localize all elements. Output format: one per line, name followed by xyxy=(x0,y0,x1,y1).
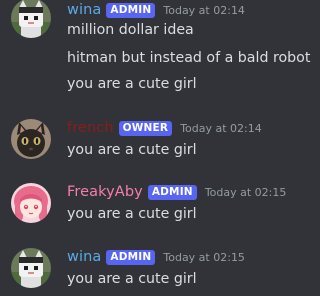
user-avatar[interactable] xyxy=(11,183,51,223)
timestamp[interactable]: Today at 02:15 xyxy=(163,251,245,264)
author-name[interactable]: FreakyAby xyxy=(67,184,143,200)
pink-hair-girl-avatar-icon xyxy=(11,183,51,223)
timestamp[interactable]: Today at 02:14 xyxy=(180,122,262,135)
message-text: you are a cute girl xyxy=(67,76,197,92)
author-name[interactable]: wina xyxy=(67,249,101,265)
timestamp[interactable]: Today at 02:14 xyxy=(163,4,245,17)
cat-girl-avatar-icon xyxy=(11,248,51,288)
author-name[interactable]: wina xyxy=(67,2,101,18)
cat-girl-avatar-icon xyxy=(11,0,51,38)
role-badge[interactable]: OWNER xyxy=(118,120,173,136)
author-name[interactable]: french xyxy=(67,120,114,136)
message-text: you are a cute girl xyxy=(67,142,197,158)
message-text: hitman but instead of a bald robot xyxy=(67,50,311,66)
user-avatar[interactable] xyxy=(11,119,51,159)
message-text: you are a cute girl xyxy=(67,271,197,287)
message-header: wina ADMIN Today at 02:15 xyxy=(67,248,245,266)
role-badge[interactable]: ADMIN xyxy=(106,2,156,18)
timestamp[interactable]: Today at 02:15 xyxy=(205,186,287,199)
user-avatar[interactable] xyxy=(11,248,51,288)
role-badge[interactable]: ADMIN xyxy=(147,184,197,200)
role-badge[interactable]: ADMIN xyxy=(106,249,156,265)
message-header: wina ADMIN Today at 02:14 xyxy=(67,1,245,19)
message-header: FreakyAby ADMIN Today at 02:15 xyxy=(67,183,286,201)
user-avatar[interactable] xyxy=(11,0,51,38)
message-text: you are a cute girl xyxy=(67,206,197,222)
message-header: french OWNER Today at 02:14 xyxy=(67,119,262,137)
black-cat-avatar-icon xyxy=(11,119,51,159)
message-text: million dollar idea xyxy=(67,22,194,38)
